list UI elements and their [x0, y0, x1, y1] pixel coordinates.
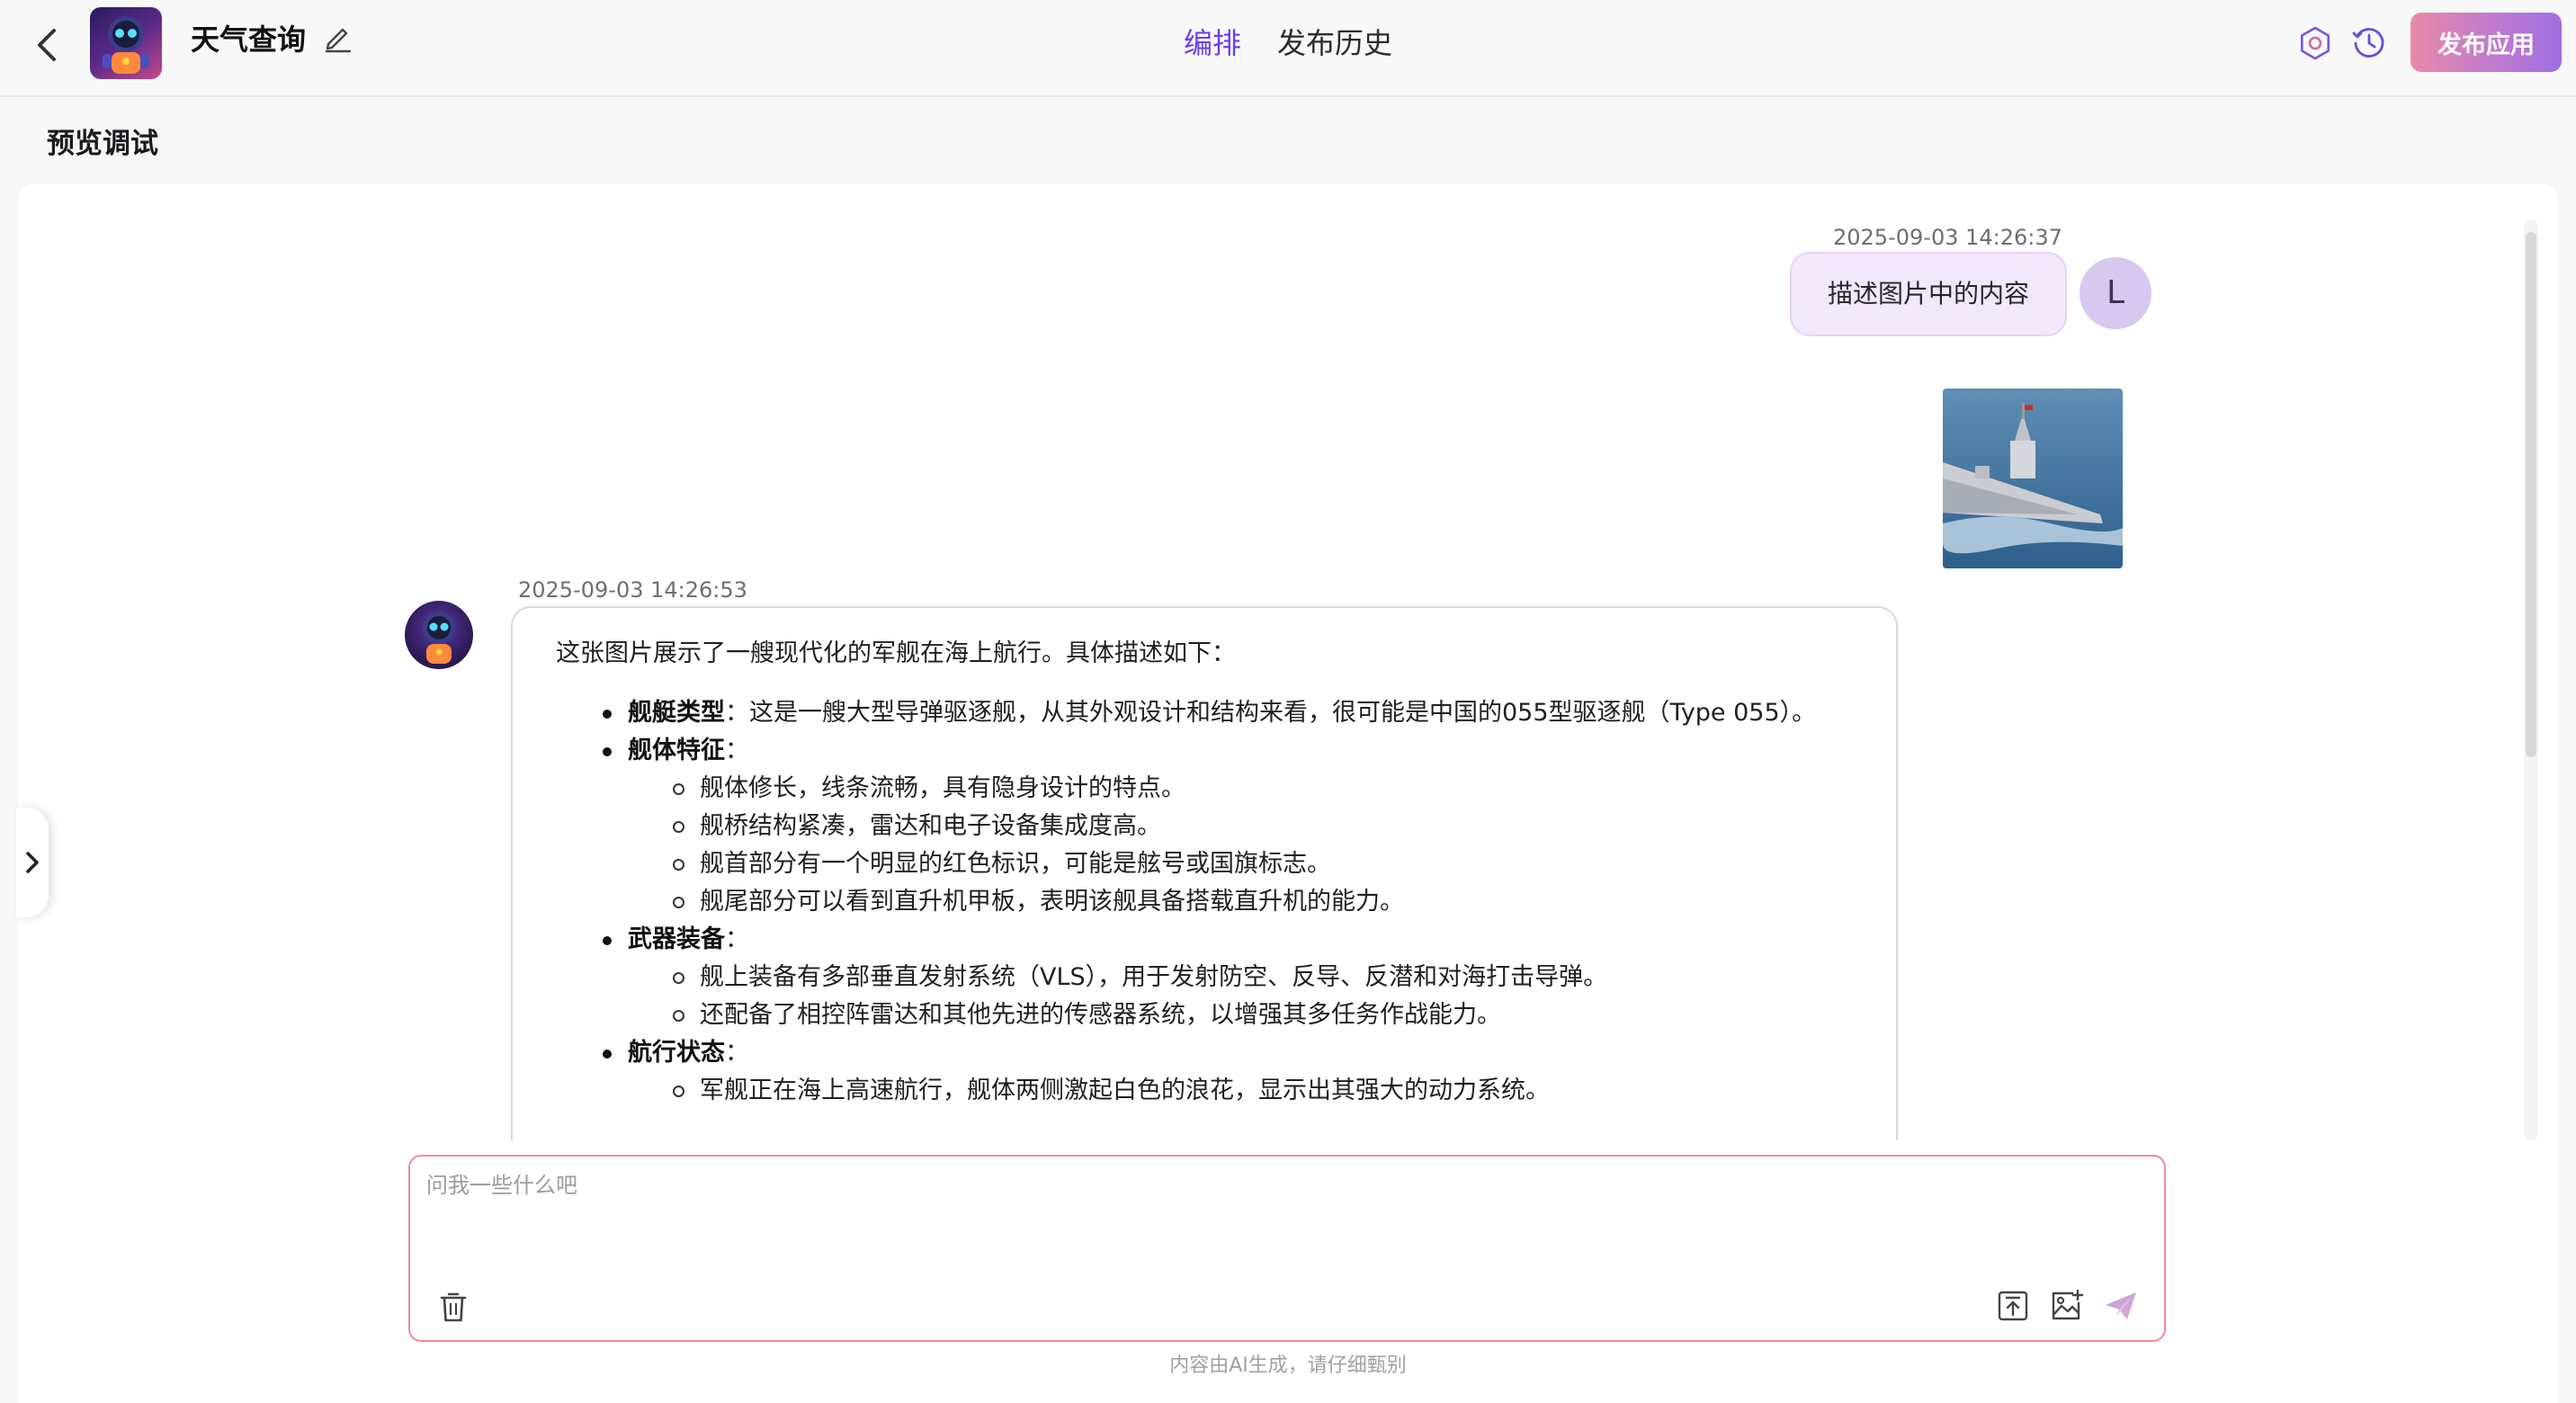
history-button[interactable] [2349, 23, 2389, 63]
back-chevron-icon [38, 29, 56, 61]
chat-scrollbar-thumb[interactable] [2526, 232, 2536, 757]
chevron-right-icon [26, 852, 39, 873]
list-item-title: 航行状态 [628, 1039, 725, 1067]
send-button[interactable] [2101, 1286, 2141, 1326]
sub-list: 舰上装备有多部垂直发射系统（VLS），用于发射防空、反导、反潜和对海打击导弹。 … [628, 959, 1853, 1034]
sub-list-item: 军舰正在海上高速航行，舰体两侧激起白色的浪花，显示出其强大的动力系统。 [628, 1072, 1853, 1110]
bot-message-list: 舰艇类型：这是一艘大型导弹驱逐舰，从其外观设计和结构来看，很可能是中国的055型… [556, 694, 1853, 1110]
top-header: 天气查询 编排 发布历史 发布应用 [0, 0, 2576, 97]
upload-image-button[interactable] [2047, 1286, 2087, 1326]
sub-list-item: 舰体修长，线条流畅，具有隐身设计的特点。 [628, 770, 1853, 808]
list-item-text: ： [725, 1039, 749, 1067]
bot-message-bubble: 这张图片展示了一艘现代化的军舰在海上航行。具体描述如下： 舰艇类型：这是一艘大型… [511, 606, 1898, 1140]
chat-input-box [408, 1155, 2166, 1342]
preview-debug-title: 预览调试 [47, 128, 158, 160]
upload-file-button[interactable] [1993, 1286, 2033, 1326]
tab-publish-history[interactable]: 发布历史 [1277, 20, 1392, 67]
app-name: 天气查询 [191, 22, 307, 57]
send-plane-icon [2106, 1292, 2136, 1319]
list-item: 武器装备： 舰上装备有多部垂直发射系统（VLS），用于发射防空、反导、反潜和对海… [556, 921, 1853, 1034]
sub-list-item: 舰尾部分可以看到直升机甲板，表明该舰具备搭载直升机的能力。 [628, 883, 1853, 921]
sub-list-item: 还配备了相控阵雷达和其他先进的传感器系统，以增强其多任务作战能力。 [628, 996, 1853, 1034]
sub-list: 军舰正在海上高速航行，舰体两侧激起白色的浪花，显示出其强大的动力系统。 [628, 1072, 1853, 1110]
uploaded-ship-image[interactable] [1943, 389, 2123, 568]
list-item-title: 武器装备 [628, 925, 725, 953]
chat-input[interactable] [426, 1169, 2135, 1259]
image-add-icon [2052, 1290, 2084, 1320]
history-clock-icon [2352, 28, 2384, 58]
settings-gear-icon [2301, 26, 2330, 60]
trash-icon [440, 1292, 467, 1322]
sub-list: 舰体修长，线条流畅，具有隐身设计的特点。 舰桥结构紧凑，雷达和电子设备集成度高。… [628, 770, 1853, 921]
sidebar-expand-toggle[interactable] [16, 808, 49, 917]
back-button[interactable] [27, 25, 67, 65]
user-avatar: L [2080, 257, 2151, 329]
bot-message-timestamp: 2025-09-03 14:26:53 [518, 577, 747, 603]
clear-chat-button[interactable] [434, 1288, 473, 1327]
publish-app-button[interactable]: 发布应用 [2411, 13, 2562, 72]
tab-orchestration[interactable]: 编排 [1184, 20, 1241, 67]
user-message-bubble: 描述图片中的内容 [1790, 252, 2067, 336]
list-item-title: 舰体特征 [628, 737, 725, 764]
list-item-title: 舰艇类型 [628, 699, 725, 727]
edit-pencil-icon [325, 28, 352, 53]
bot-message-intro: 这张图片展示了一艘现代化的军舰在海上航行。具体描述如下： [556, 639, 1236, 667]
list-item: 舰体特征： 舰体修长，线条流畅，具有隐身设计的特点。 舰桥结构紧凑，雷达和电子设… [556, 732, 1853, 921]
edit-name-button[interactable] [320, 20, 356, 56]
settings-button[interactable] [2295, 23, 2335, 63]
upload-file-icon [1998, 1291, 2028, 1321]
app-avatar-robot [90, 7, 162, 79]
list-item-text: ：这是一艘大型导弹驱逐舰，从其外观设计和结构来看，很可能是中国的055型驱逐舰（… [725, 699, 1817, 727]
ai-disclaimer: 内容由AI生成，请仔细甄别 [1169, 1354, 1407, 1377]
sub-list-item: 舰上装备有多部垂直发射系统（VLS），用于发射防空、反导、反潜和对海打击导弹。 [628, 959, 1853, 996]
header-tabs: 编排 发布历史 [1184, 20, 1392, 67]
list-item: 舰艇类型：这是一艘大型导弹驱逐舰，从其外观设计和结构来看，很可能是中国的055型… [556, 694, 1853, 732]
user-message-timestamp: 2025-09-03 14:26:37 [1833, 225, 2062, 250]
sub-list-item: 舰首部分有一个明显的红色标识，可能是舷号或国旗标志。 [628, 845, 1853, 883]
list-item-text: ： [725, 925, 749, 953]
sub-list-item: 舰桥结构紧凑，雷达和电子设备集成度高。 [628, 808, 1853, 845]
bot-avatar [405, 601, 473, 669]
list-item-text: ： [725, 737, 749, 764]
list-item: 航行状态： 军舰正在海上高速航行，舰体两侧激起白色的浪花，显示出其强大的动力系统… [556, 1034, 1853, 1110]
